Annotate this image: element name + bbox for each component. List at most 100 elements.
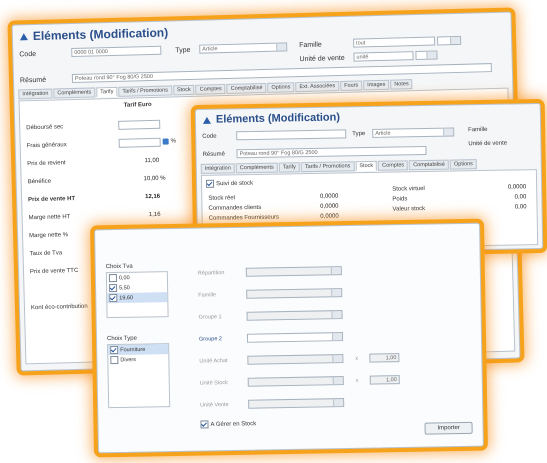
groupe1-select[interactable]	[246, 310, 343, 321]
stock-reel-value: 0,0000	[319, 193, 339, 200]
tab-fours[interactable]: Fours	[340, 80, 363, 92]
tab-stock[interactable]: Stock	[172, 84, 195, 96]
tva-checkbox[interactable]	[109, 293, 118, 303]
row-label: Poids	[392, 196, 408, 203]
type-label: Type	[175, 46, 191, 55]
groupe2-select[interactable]	[246, 332, 344, 343]
row-label: Prix de revient	[27, 160, 66, 168]
importer-button[interactable]: Importer	[424, 421, 473, 435]
gerer-stock-option[interactable]: A Gérer en Stock	[200, 420, 256, 429]
row-label: Commandes Fournisseurs	[208, 214, 280, 222]
repartition-select[interactable]	[245, 266, 342, 277]
tab-options[interactable]: Options	[449, 159, 478, 170]
unite-field[interactable]: unité	[353, 51, 414, 62]
benefice-value: 10,00 %	[143, 175, 166, 183]
app-logo-icon	[19, 31, 29, 41]
row-label: Valeur stock	[392, 206, 426, 213]
tab-comptabilise[interactable]: Comptabilisé	[409, 159, 450, 171]
suivi-stock-option[interactable]: Suivi de stock	[205, 179, 254, 188]
tva-checkbox[interactable]	[109, 283, 118, 293]
suivi-stock-label: Suivi de stock	[216, 180, 254, 188]
row-label: Déboursé sec	[26, 124, 64, 132]
cmd-fournisseurs-value: 0,0000	[320, 213, 339, 220]
row-label: Commandes clients	[208, 204, 262, 212]
tab-tarify[interactable]: Tarify	[96, 86, 118, 98]
valeur-stock-value: 0,00	[514, 204, 527, 211]
unite-label: Unité de vente	[299, 54, 345, 64]
type-select[interactable]: Article	[372, 127, 455, 138]
frais-generaux-field[interactable]	[118, 137, 161, 148]
tva-option[interactable]: 19,60	[107, 292, 168, 304]
tva-option-label: 5,50	[119, 285, 130, 292]
type-checkbox[interactable]	[110, 345, 119, 355]
gerer-stock-checkbox[interactable]	[200, 420, 209, 429]
gerer-stock-label: A Gérer en Stock	[210, 421, 257, 428]
tab-ext-associees[interactable]: Ext. Associées	[295, 81, 340, 93]
tab-options[interactable]: Options	[267, 82, 295, 93]
row-label: Stock virtuel	[392, 186, 425, 193]
type-option[interactable]: Divers	[108, 354, 168, 365]
resume-field[interactable]: Poteau rond 90° Fog 80/G 2500	[71, 63, 492, 84]
unite-dropdown[interactable]	[415, 50, 438, 61]
tab-integration[interactable]: Intégration	[18, 88, 53, 100]
tab-notes[interactable]: Notes	[390, 79, 413, 90]
repartition-label: Répartition	[197, 270, 225, 277]
tab-tarifs-promotions[interactable]: Tarifs / Promotions	[300, 161, 355, 173]
type-list: Fourniture Divers	[107, 343, 171, 409]
tab-complements[interactable]: Compléments	[235, 162, 278, 174]
tab-complements[interactable]: Compléments	[53, 87, 96, 99]
groupe1-label: Groupe 1	[198, 314, 222, 321]
type-checkbox[interactable]	[110, 355, 119, 365]
groupe2-label: Groupe 2	[198, 336, 223, 343]
tab-tarify[interactable]: Tarify	[278, 162, 300, 173]
tab-integration[interactable]: Intégration	[200, 163, 235, 174]
percent-sign: %	[170, 138, 177, 145]
resume-label: Résumé	[19, 76, 47, 85]
cmd-clients-value: 0,0000	[320, 203, 339, 210]
tab-comptes[interactable]: Comptes	[195, 84, 226, 95]
type-select[interactable]: Article	[199, 42, 288, 54]
marge-nette-value: 1,16	[148, 211, 161, 219]
famille-field[interactable]: tout	[353, 36, 436, 48]
row-label: Prix de vente HT	[28, 195, 76, 204]
unite-achat-select[interactable]	[247, 354, 344, 365]
tva-option-label: 0,00	[118, 275, 130, 282]
coef-sign: x	[355, 355, 359, 362]
famille-dropdown[interactable]	[437, 35, 462, 46]
famille-label: Famille	[198, 292, 217, 299]
frais-checkbox-icon[interactable]	[162, 138, 169, 145]
unite-achat-label: Unité Achat	[199, 358, 228, 365]
tab-tarifs-promotions[interactable]: Tarifs / Promotions	[118, 85, 173, 97]
tva-checkbox[interactable]	[108, 273, 117, 283]
tab-comptabilise[interactable]: Comptabilisé	[226, 82, 267, 94]
code-field[interactable]	[236, 129, 347, 141]
window-title: Eléments (Modification)	[215, 111, 341, 126]
code-field[interactable]: 0000 01 0000	[71, 45, 162, 58]
prix-revient-value: 11,00	[144, 157, 160, 165]
tab-stock[interactable]: Stock	[355, 160, 378, 172]
type-option-label: Fourniture	[120, 346, 146, 354]
famille-label: Famille	[299, 41, 322, 50]
famille-select[interactable]	[246, 288, 343, 299]
row-label: Bénéfice	[27, 178, 52, 186]
deb-sec-field[interactable]	[118, 119, 161, 130]
tab-comptes[interactable]: Comptes	[378, 160, 409, 171]
row-label: Taux de Tva	[29, 250, 63, 258]
unite-stock-select[interactable]	[247, 376, 344, 387]
type-label: Type	[352, 131, 366, 138]
suivi-stock-checkbox[interactable]	[205, 179, 215, 188]
unite-vente-select[interactable]	[248, 398, 345, 409]
tab-images[interactable]: Images	[363, 79, 390, 91]
unite-vente-label: Unité Vente	[200, 402, 229, 409]
row-label: Frais généraux	[26, 142, 67, 150]
row-label: Prix de vente TTC	[29, 267, 79, 276]
stock-virtuel-value: 0,0000	[507, 184, 527, 191]
type-option-label: Divers	[120, 357, 137, 364]
resume-label: Résumé	[202, 151, 225, 158]
tva-list: 0,00 5,50 19,60	[105, 271, 169, 319]
window-title: Eléments (Modification)	[32, 25, 169, 44]
tarif-euro-header: Tarif Euro	[123, 101, 152, 109]
coef-stock-field[interactable]: 1,00	[369, 375, 400, 385]
resume-field[interactable]: Poteau rond 90° Fog 80/G 2500	[236, 145, 427, 159]
coef-achat-field[interactable]: 1,00	[369, 353, 400, 363]
